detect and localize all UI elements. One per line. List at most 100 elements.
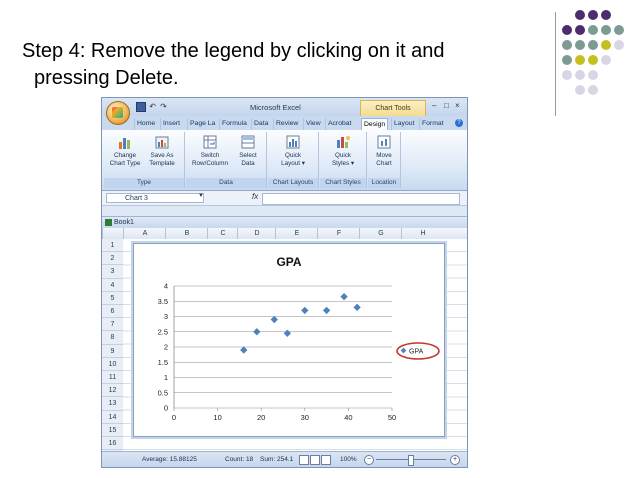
tab-view[interactable]: View — [303, 118, 323, 130]
row-header[interactable]: 7 — [102, 318, 123, 332]
zoom-in-icon[interactable]: + — [450, 455, 460, 465]
column-header[interactable]: E — [275, 228, 318, 239]
x-tick-label: 10 — [213, 413, 221, 422]
move-chart-button[interactable]: Move Chart — [370, 134, 398, 167]
decorative-dot — [575, 70, 585, 80]
decorative-dot — [601, 25, 611, 35]
quick-access-toolbar: ↶ ↷ — [136, 102, 168, 112]
row-header[interactable]: 11 — [102, 371, 123, 385]
y-tick-label: 3 — [164, 312, 168, 321]
switch-row-column-button[interactable]: Switch Row/Column — [188, 134, 232, 167]
column-header[interactable]: D — [237, 228, 276, 239]
row-header[interactable]: 16 — [102, 437, 123, 451]
column-header[interactable]: H — [401, 228, 444, 239]
title-bar: ↶ ↷ Microsoft Excel Chart Tools – □ × — [102, 98, 467, 125]
data-point — [240, 346, 248, 354]
zoom-out-icon[interactable]: − — [364, 455, 374, 465]
row-header[interactable]: 3 — [102, 265, 123, 279]
tab-home[interactable]: Home — [134, 118, 157, 130]
save-icon[interactable] — [136, 102, 146, 112]
column-header[interactable]: C — [207, 228, 238, 239]
status-sum: Sum: 254.1 — [260, 456, 294, 463]
decorative-dot — [614, 25, 624, 35]
row-header[interactable]: 4 — [102, 279, 123, 292]
maximize-button[interactable]: □ — [444, 101, 449, 110]
group-label-chart-layouts: Chart Layouts — [268, 178, 318, 188]
decorative-dot — [562, 70, 572, 80]
data-point — [353, 303, 361, 312]
ribbon-group-type: Change Chart Type Save As Template Type — [104, 132, 185, 188]
minimize-button[interactable]: – — [432, 101, 436, 110]
save-as-template-label2: Template — [149, 159, 175, 167]
column-header[interactable]: G — [359, 228, 402, 239]
name-box-dropdown-icon[interactable]: ▼ — [198, 193, 204, 199]
quick-styles-button[interactable]: Quick Styles ▾ — [323, 134, 363, 167]
zoom-slider-thumb[interactable] — [408, 455, 414, 466]
column-header[interactable]: A — [123, 228, 166, 239]
decorative-dot — [601, 40, 611, 50]
row-header[interactable]: 13 — [102, 397, 123, 411]
decorative-dot — [562, 55, 572, 65]
decorative-dot — [575, 25, 585, 35]
tab-data[interactable]: Data — [251, 118, 270, 130]
decorative-dot — [588, 10, 598, 20]
move-chart-icon — [377, 135, 391, 149]
row-header[interactable]: 15 — [102, 424, 123, 437]
row-header[interactable]: 5 — [102, 292, 123, 305]
column-header[interactable]: F — [317, 228, 360, 239]
y-tick-label: 0 — [164, 404, 168, 413]
tab-format[interactable]: Format — [419, 118, 446, 130]
row-header[interactable]: 12 — [102, 384, 123, 398]
data-point — [253, 328, 261, 336]
select-data-button[interactable]: Select Data — [234, 134, 262, 167]
tab-acrobat[interactable]: Acrobat — [325, 118, 353, 130]
move-chart-label2: Chart — [376, 159, 392, 167]
x-tick-label: 40 — [344, 413, 352, 422]
save-as-template-button[interactable]: Save As Template — [144, 134, 180, 167]
status-bar: Average: 15.88125 Count: 18 Sum: 254.1 1… — [102, 451, 467, 467]
office-button[interactable] — [106, 101, 130, 125]
row-header[interactable]: 6 — [102, 305, 123, 319]
normal-view-icon[interactable] — [299, 455, 309, 465]
row-header[interactable]: 1 — [102, 239, 123, 253]
row-header[interactable]: 10 — [102, 358, 123, 371]
undo-icon[interactable]: ↶ — [149, 102, 157, 111]
close-button[interactable]: × — [455, 101, 460, 110]
change-chart-type-label1: Change — [113, 152, 137, 159]
help-icon[interactable]: ? — [455, 119, 463, 127]
change-chart-type-label2: Chart Type — [109, 159, 141, 167]
change-chart-type-button[interactable]: Change Chart Type — [107, 134, 143, 167]
function-icon[interactable]: fx — [252, 192, 258, 201]
tab-insert[interactable]: Insert — [160, 118, 182, 130]
name-box[interactable]: Chart 3 — [106, 193, 204, 203]
page-layout-view-icon[interactable] — [310, 455, 320, 465]
y-tick-label: 1 — [164, 373, 168, 382]
status-count: Count: 18 — [225, 456, 254, 463]
select-data-label2: Data — [241, 159, 255, 167]
decorative-dot — [562, 40, 572, 50]
quick-styles-label2: Styles ▾ — [331, 159, 355, 167]
quick-layout-button[interactable]: Quick Layout ▾ — [273, 134, 313, 167]
tab-formulas[interactable]: Formula — [219, 118, 249, 130]
ribbon-group-chart-layouts: Quick Layout ▾ Chart Layouts — [268, 132, 319, 188]
tab-layout[interactable]: Layout — [391, 118, 416, 130]
chart-area[interactable]: GPA 0 0.5 1 1.5 2 2.5 3 3.5 4 0 10 20 30 40 50 GPA — [133, 243, 445, 437]
column-header[interactable]: B — [165, 228, 208, 239]
redo-icon[interactable]: ↷ — [160, 102, 168, 111]
y-tick-label: 3.5 — [158, 297, 168, 306]
row-header[interactable]: 8 — [102, 331, 123, 345]
tab-page-layout[interactable]: Page La — [187, 118, 217, 130]
app-title: Microsoft Excel — [250, 103, 301, 112]
tab-review[interactable]: Review — [273, 118, 300, 130]
row-header[interactable]: 9 — [102, 345, 123, 358]
row-header[interactable]: 14 — [102, 411, 123, 424]
group-label-chart-styles: Chart Styles — [320, 178, 366, 188]
page-break-view-icon[interactable] — [321, 455, 331, 465]
select-all-corner[interactable] — [102, 228, 124, 239]
decorative-dot — [588, 55, 598, 65]
row-header[interactable]: 2 — [102, 252, 123, 266]
zoom-level[interactable]: 100% — [340, 456, 357, 463]
legend-marker — [400, 347, 407, 354]
scatter-chart[interactable]: GPA00.511.522.533.540 10 20 30 40 50GPA — [134, 244, 444, 436]
formula-input[interactable] — [262, 193, 460, 205]
